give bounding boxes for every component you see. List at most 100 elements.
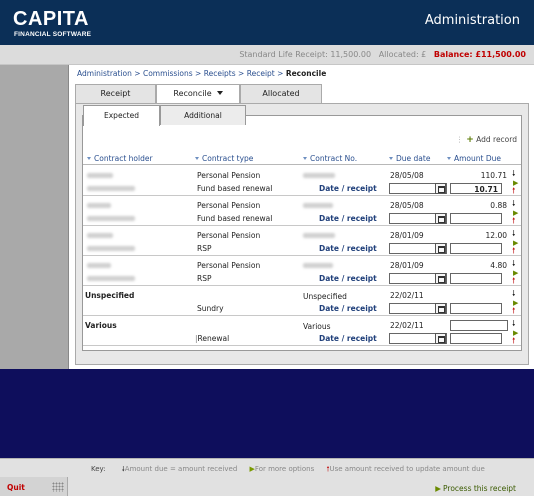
redacted-holder — [87, 186, 135, 191]
calendar-icon[interactable] — [435, 273, 446, 284]
down-arrow-icon[interactable]: 🠗 — [512, 260, 515, 268]
chevron-down-icon — [216, 91, 223, 95]
breadcrumb-receipt[interactable]: Receipt — [247, 69, 275, 78]
redacted-holder — [87, 203, 111, 208]
date-receipt-label: Date / receipt — [319, 184, 377, 193]
red-up-arrow-icon[interactable]: 🠕 — [512, 247, 515, 255]
down-arrow-icon[interactable]: 🠗 — [512, 170, 515, 178]
amount-received-input[interactable] — [450, 303, 502, 314]
key-label: Key: — [91, 465, 106, 473]
process-receipt-button[interactable]: ▶ Process this receipt — [435, 484, 516, 493]
amount-due: 110.71 — [480, 171, 507, 180]
redacted-holder — [87, 216, 135, 221]
contract-type: Personal Pension — [197, 171, 261, 180]
red-up-arrow-icon[interactable]: 🠕 — [512, 307, 515, 315]
tab-additional[interactable]: Additional — [160, 105, 246, 125]
date-receipt-label: Date / receipt — [319, 334, 377, 343]
amount-due: 12.00 — [485, 231, 507, 240]
down-arrow-icon[interactable]: 🠗 — [512, 200, 515, 208]
green-triangle-icon: ▶ — [435, 484, 442, 493]
amount-due: 4.80 — [490, 261, 507, 270]
redacted-holder — [87, 276, 135, 281]
redacted-contract-no — [303, 173, 335, 178]
key-item-down: 🠗Amount due = amount received — [121, 465, 238, 473]
tab-receipt[interactable]: Receipt — [75, 84, 156, 103]
quit-button[interactable]: Quit — [7, 483, 25, 492]
status-bar: Standard Life Receipt: 11,500.00 Allocat… — [0, 45, 534, 65]
col-due-date[interactable]: Due date — [389, 154, 430, 163]
contract-subtype: Sundry — [197, 304, 224, 313]
col-contract-holder[interactable]: Contract holder — [87, 154, 153, 163]
breadcrumb-commissions[interactable]: Commissions — [143, 69, 193, 78]
down-arrow-icon[interactable]: 🠗 — [512, 320, 515, 328]
tab-reconcile[interactable]: Reconcile — [156, 84, 240, 104]
sort-icon — [303, 157, 307, 160]
calendar-icon[interactable] — [435, 303, 446, 314]
amount-received-input[interactable] — [450, 213, 502, 224]
sort-icon — [87, 157, 91, 160]
calendar-icon[interactable] — [435, 333, 446, 344]
breadcrumb: Administration > Commissions > Receipts … — [77, 69, 327, 78]
app-title: Administration — [424, 13, 520, 28]
col-contract-no[interactable]: Contract No. — [303, 154, 357, 163]
red-up-arrow-icon[interactable]: 🠕 — [512, 187, 515, 195]
key-item-red: 🠕Use amount received to update amount du… — [326, 465, 485, 473]
due-date: 22/02/11 — [390, 291, 424, 300]
tab-allocated[interactable]: Allocated — [240, 84, 322, 103]
key-legend: Key: 🠗Amount due = amount received ▶For … — [91, 465, 495, 476]
amount-received-input[interactable]: 10.71 — [450, 183, 502, 194]
receipt-amount: Standard Life Receipt: 11,500.00 — [239, 50, 372, 59]
date-receipt-label: Date / receipt — [319, 304, 377, 313]
contract-no: Various — [303, 322, 331, 331]
breadcrumb-administration[interactable]: Administration — [77, 69, 132, 78]
amount-due: 0.88 — [490, 201, 507, 210]
down-arrow-icon[interactable]: 🠗 — [512, 290, 515, 298]
contract-subtype: Fund based renewal — [197, 184, 273, 193]
contract-holder: Unspecified — [85, 291, 135, 300]
logo-subtitle: FINANCIAL SOFTWARE — [14, 31, 92, 38]
breadcrumb-current: Reconcile — [285, 69, 327, 78]
col-contract-type[interactable]: Contract type — [195, 154, 253, 163]
due-date: 28/05/08 — [390, 171, 424, 180]
due-date: 22/02/11 — [390, 321, 424, 330]
red-up-arrow-icon[interactable]: 🠕 — [512, 337, 515, 345]
sort-icon — [447, 157, 451, 160]
amount-received-input[interactable] — [450, 333, 502, 344]
redacted-contract-no — [303, 233, 335, 238]
col-amount-due[interactable]: Amount Due — [447, 154, 501, 163]
date-receipt-label: Date / receipt — [319, 244, 377, 253]
amount-received-input[interactable] — [450, 273, 502, 284]
plus-icon: + — [466, 135, 474, 145]
contract-subtype: RSP — [197, 274, 212, 283]
balance-amount: Balance: £11,500.00 — [433, 50, 526, 59]
sort-icon — [389, 157, 393, 160]
red-up-arrow-icon[interactable]: 🠕 — [512, 217, 515, 225]
down-arrow-icon[interactable]: 🠗 — [512, 230, 515, 238]
calendar-icon[interactable] — [435, 183, 446, 194]
red-up-arrow-icon[interactable]: 🠕 — [512, 277, 515, 285]
table-header: Contract holder Contract type Contract N… — [83, 153, 521, 165]
date-receipt-label: Date / receipt — [319, 274, 377, 283]
expected-panel: Expected Additional ⋮ + Add record Contra… — [82, 105, 522, 351]
breadcrumb-receipts[interactable]: Receipts — [204, 69, 236, 78]
amount-due-input[interactable] — [450, 320, 508, 331]
date-receipt-label: Date / receipt — [319, 214, 377, 223]
main-content: Administration > Commissions > Receipts … — [68, 65, 534, 369]
left-panel — [0, 65, 68, 369]
tab-expected[interactable]: Expected — [83, 105, 160, 126]
table-row: Personal Pension RSP Date / receipt 28/0… — [83, 256, 521, 286]
due-date: 28/01/09 — [390, 261, 424, 270]
contract-type: Personal Pension — [197, 261, 261, 270]
add-record-button[interactable]: ⋮ + Add record — [456, 135, 517, 145]
allocated-amount: Allocated: £ — [378, 50, 427, 59]
calendar-icon[interactable] — [435, 243, 446, 254]
contract-type: Personal Pension — [197, 231, 261, 240]
redacted-holder — [87, 173, 113, 178]
quit-area: Quit — [0, 477, 68, 496]
amount-received-input[interactable] — [450, 243, 502, 254]
key-bar: Key: 🠗Amount due = amount received ▶For … — [0, 458, 534, 496]
contract-subtype: Renewal — [197, 334, 230, 343]
table-row: Unspecified Sundry Unspecified Date / re… — [83, 286, 521, 316]
calendar-icon[interactable] — [435, 213, 446, 224]
table-row: Personal Pension Fund based renewal Date… — [83, 166, 521, 196]
